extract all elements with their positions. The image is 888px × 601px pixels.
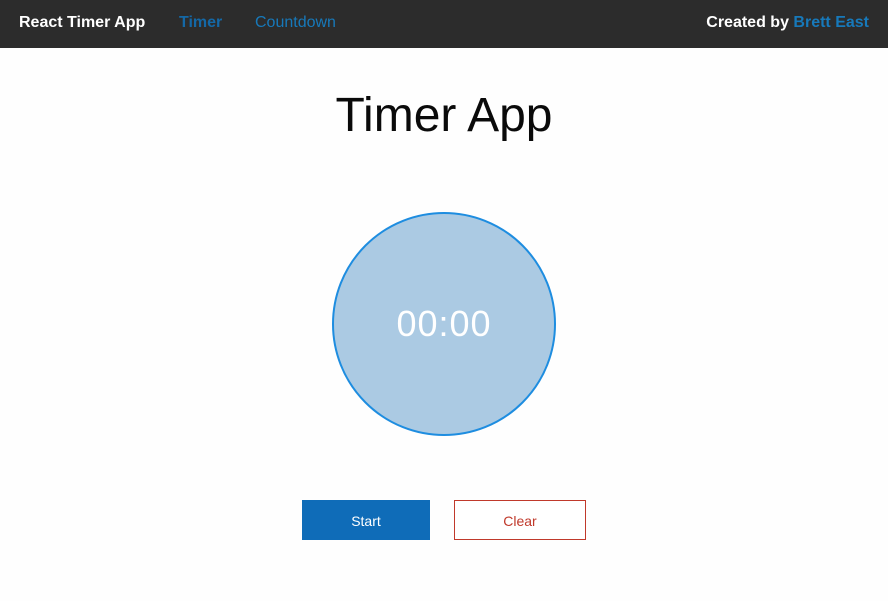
credit-prefix: Created by: [706, 14, 789, 31]
clear-button[interactable]: Clear: [454, 500, 586, 540]
top-bar: React Timer App Timer Countdown Created …: [0, 0, 888, 48]
clock-circle: 00:00: [332, 212, 556, 436]
author-credit: Created by Brett East: [706, 14, 869, 32]
start-button[interactable]: Start: [302, 500, 430, 540]
clock-display: 00:00: [396, 303, 492, 344]
app-brand: React Timer App: [19, 14, 146, 31]
nav-link-countdown[interactable]: Countdown: [255, 14, 336, 32]
page-title: Timer App: [335, 89, 553, 142]
author-link[interactable]: Brett East: [793, 14, 869, 31]
nav-link-timer[interactable]: Timer: [179, 14, 222, 32]
